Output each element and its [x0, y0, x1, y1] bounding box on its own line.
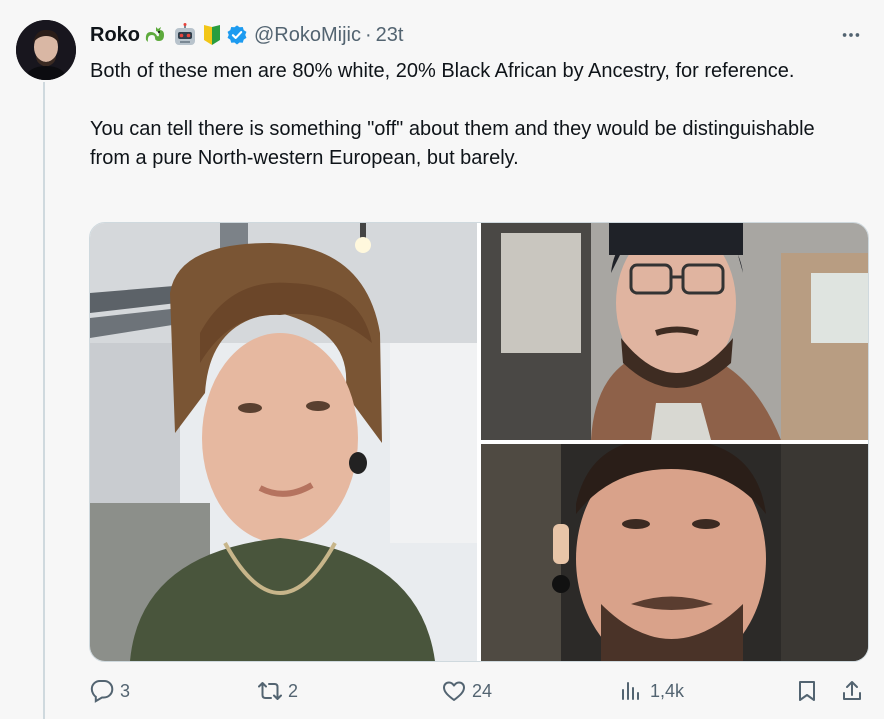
verified-badge-icon[interactable]: [226, 23, 248, 47]
photo-selfie-car-glasses[interactable]: [481, 223, 868, 440]
avatar[interactable]: [16, 20, 76, 80]
photo-selfie-lying-down[interactable]: [481, 444, 868, 661]
bookmark-button[interactable]: [795, 679, 819, 703]
heart-icon: [443, 681, 465, 701]
reply-count: 3: [120, 680, 131, 701]
share-button[interactable]: [840, 679, 864, 703]
views-chart-icon: [622, 682, 639, 700]
author-name[interactable]: Roko: [90, 24, 140, 47]
reply-icon: [90, 680, 114, 703]
photo-selfie-indoor[interactable]: [90, 223, 477, 661]
tweet-header: Roko @RokoMijic · 23t: [90, 21, 403, 49]
repost-button[interactable]: 2: [258, 679, 298, 703]
more-options-icon[interactable]: [836, 20, 866, 50]
separator-dot: ·: [364, 23, 372, 46]
share-icon: [843, 681, 861, 700]
like-count: 24: [472, 680, 493, 701]
views-button[interactable]: 1,4k: [620, 679, 684, 703]
tweet-text: Both of these men are 80% white, 20% Bla…: [90, 60, 815, 169]
thread-line: [43, 82, 45, 719]
views-count: 1,4k: [650, 680, 685, 701]
beginner-emoji: [202, 23, 222, 47]
bookmark-icon: [799, 681, 815, 701]
action-bar: 3 2 24 1,4k: [90, 679, 866, 707]
robot-emoji: [172, 23, 198, 47]
repost-icon: [258, 682, 282, 700]
avatar-image: [16, 20, 76, 80]
repost-count: 2: [288, 680, 299, 701]
post-time[interactable]: 23t: [376, 24, 404, 47]
reply-button[interactable]: 3: [90, 679, 130, 703]
media-grid: [89, 222, 869, 662]
like-button[interactable]: 24: [442, 679, 492, 703]
author-handle[interactable]: @RokoMijic: [254, 24, 361, 47]
dragon-emoji: [144, 23, 168, 47]
